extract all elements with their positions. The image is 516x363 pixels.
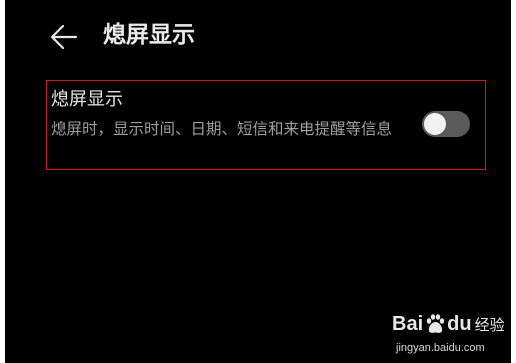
arrow-left-icon (50, 24, 78, 50)
logo-text-jingyan: 经验 (474, 315, 505, 334)
logo-text-bai: Bai (392, 312, 424, 335)
baidu-jingyan-watermark: Bai du 经验 jingyan.baidu.com (392, 308, 510, 360)
toggle-knob (424, 113, 446, 135)
watermark-url: jingyan.baidu.com (396, 342, 485, 354)
baidu-paw-icon (426, 314, 445, 333)
aod-setting-row[interactable]: 熄屏显示 熄屏时，显示时间、日期、短信和来电提醒等信息 (46, 80, 486, 170)
page-title: 熄屏显示 (103, 22, 195, 48)
setting-description: 熄屏时，显示时间、日期、短信和来电提醒等信息 (51, 120, 393, 138)
back-button[interactable] (49, 22, 79, 52)
screen: 熄屏显示 熄屏显示 熄屏时，显示时间、日期、短信和来电提醒等信息 Bai du … (0, 0, 516, 363)
setting-title: 熄屏显示 (51, 89, 123, 110)
app-header: 熄屏显示 (5, 0, 511, 70)
watermark-logo: Bai du 经验 (392, 308, 505, 340)
aod-toggle-switch[interactable] (422, 111, 470, 137)
logo-text-du: du (447, 312, 472, 335)
